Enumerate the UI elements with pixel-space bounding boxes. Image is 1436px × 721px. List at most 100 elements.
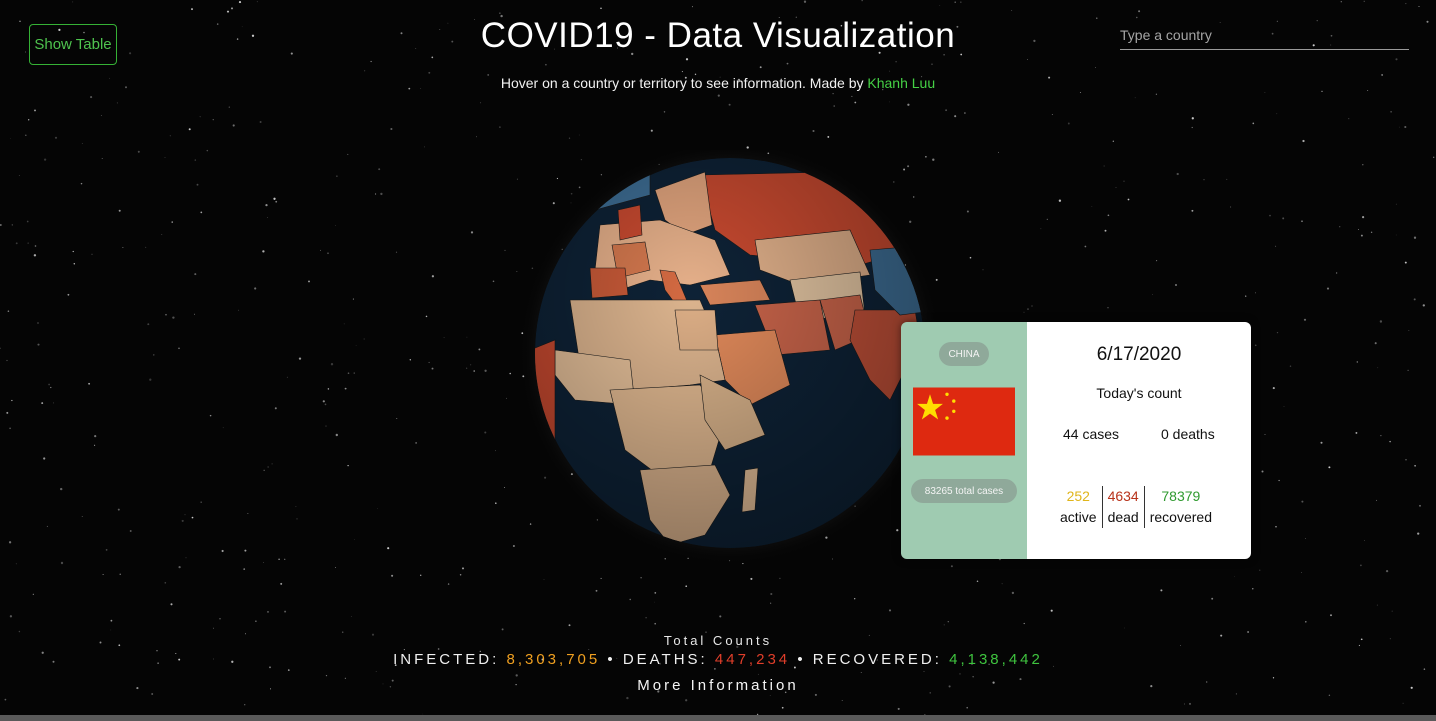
star [1011,9,1013,11]
star [966,210,969,213]
tooltip-left-panel: CHINA 83265 total cases [901,322,1027,559]
star [1254,292,1256,294]
separator-2: • [797,651,806,668]
star [122,247,124,249]
star [330,363,334,366]
author-link[interactable]: Khanh Luu [867,75,935,91]
star [1301,572,1302,573]
star [172,316,175,319]
star [1058,199,1062,202]
star [945,109,948,112]
stat-active-value: 252 [1066,488,1090,504]
star [907,103,910,106]
star [841,700,843,702]
star [1127,198,1130,201]
star [470,231,474,234]
star [196,183,199,186]
star [273,197,276,200]
star [1050,609,1053,612]
star [25,134,27,136]
star [48,383,50,386]
star [1335,272,1338,274]
star [1380,435,1382,437]
star [786,62,789,65]
star [8,541,12,544]
star [1339,226,1341,228]
star [1395,203,1397,205]
star [476,136,477,138]
star [1191,209,1194,212]
star [473,370,475,372]
star [1264,434,1266,435]
recovered-value: 4,138,442 [949,651,1043,668]
star [256,1,258,3]
star [91,253,93,255]
star [1355,431,1358,434]
star [1404,261,1407,264]
star [959,673,961,675]
star [199,116,201,118]
star [255,620,257,623]
star [1023,311,1025,313]
infected-label: INFECTED: [393,651,500,668]
star [897,707,900,710]
star [626,696,629,700]
star [466,367,468,369]
star [145,246,147,248]
star [1357,228,1360,231]
star [228,106,230,108]
star [663,111,666,113]
star [396,418,398,420]
stat-recovered: 78379 recovered [1143,486,1217,528]
star [110,619,113,622]
star [247,513,249,515]
star [263,469,265,471]
star [54,136,58,139]
country-name-badge: CHINA [939,342,989,366]
star [244,704,246,706]
star [931,63,933,65]
star [243,568,246,570]
star [976,580,979,582]
star [280,582,283,585]
star [1275,245,1277,247]
star [209,414,212,417]
star [387,547,390,550]
star [1259,569,1261,571]
star [1276,113,1278,115]
star [431,56,434,59]
star [370,60,372,63]
star [568,624,571,627]
star [424,146,425,148]
star [50,386,52,389]
star [403,649,405,651]
star [428,361,430,364]
star [480,102,482,104]
star [1272,387,1275,390]
star [206,149,209,152]
star [889,70,891,72]
star [1176,172,1179,176]
star [1261,470,1264,473]
star [254,287,257,290]
star [781,706,784,709]
star [1377,367,1379,369]
star [966,706,968,709]
bottom-scrollbar[interactable] [0,715,1436,721]
star [322,400,325,403]
star [1138,10,1141,13]
star [324,403,327,406]
star [769,695,771,697]
star [232,124,235,127]
star [9,615,13,618]
star [861,0,863,2]
globe-map[interactable] [500,150,960,570]
country-search-input[interactable] [1120,20,1409,50]
star [347,464,349,467]
star [1328,694,1331,696]
more-information-link[interactable]: More Information [0,677,1436,694]
star [88,382,91,385]
stat-active-label: active [1060,509,1097,525]
star [495,450,496,452]
star [119,573,121,575]
